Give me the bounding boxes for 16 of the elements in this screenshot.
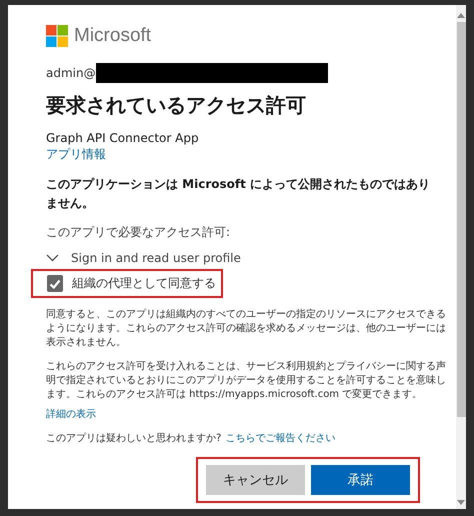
- details-link[interactable]: 詳細の表示: [46, 407, 96, 422]
- app-name: Graph API Connector App: [46, 131, 200, 145]
- dialog-title: 要求されているアクセス許可: [46, 92, 307, 119]
- cancel-button[interactable]: キャンセル: [206, 465, 305, 496]
- logo-text: Microsoft: [74, 25, 152, 47]
- permissions-heading: このアプリで必要なアクセス許可:: [46, 224, 232, 242]
- report-link[interactable]: こちらでご報告ください: [225, 431, 336, 446]
- info-paragraph: 同意すると、このアプリは組織内のすべてのユーザーの指定のリソースにアクセスできるようになります。これらのアクセス許可の確認を求めるメッセージは、他のユーザーには表示されません。: [46, 308, 446, 350]
- publisher-notice: このアプリケーションは Microsoft によって公開されたものではありません。: [46, 176, 432, 212]
- accept-button[interactable]: 承諾: [311, 465, 410, 496]
- consent-label: 組織の代理として同意する: [72, 275, 216, 292]
- permission-item: Sign in and read user profile: [71, 251, 241, 266]
- info-paragraph: これらのアクセス許可を受け入れることは、サービス利用規約とプライバシーに関する声明で指定されているとおりにこのアプリがデータを使用することを許可することを意味します。これらのアクセス許可は https://myapps.microsoft.com で変更できます。: [46, 360, 446, 402]
- app-info-link[interactable]: アプリ情報: [46, 146, 446, 163]
- account-email: admin@: [46, 66, 96, 80]
- report-text: このアプリは疑わしいと思われますか?: [46, 432, 222, 446]
